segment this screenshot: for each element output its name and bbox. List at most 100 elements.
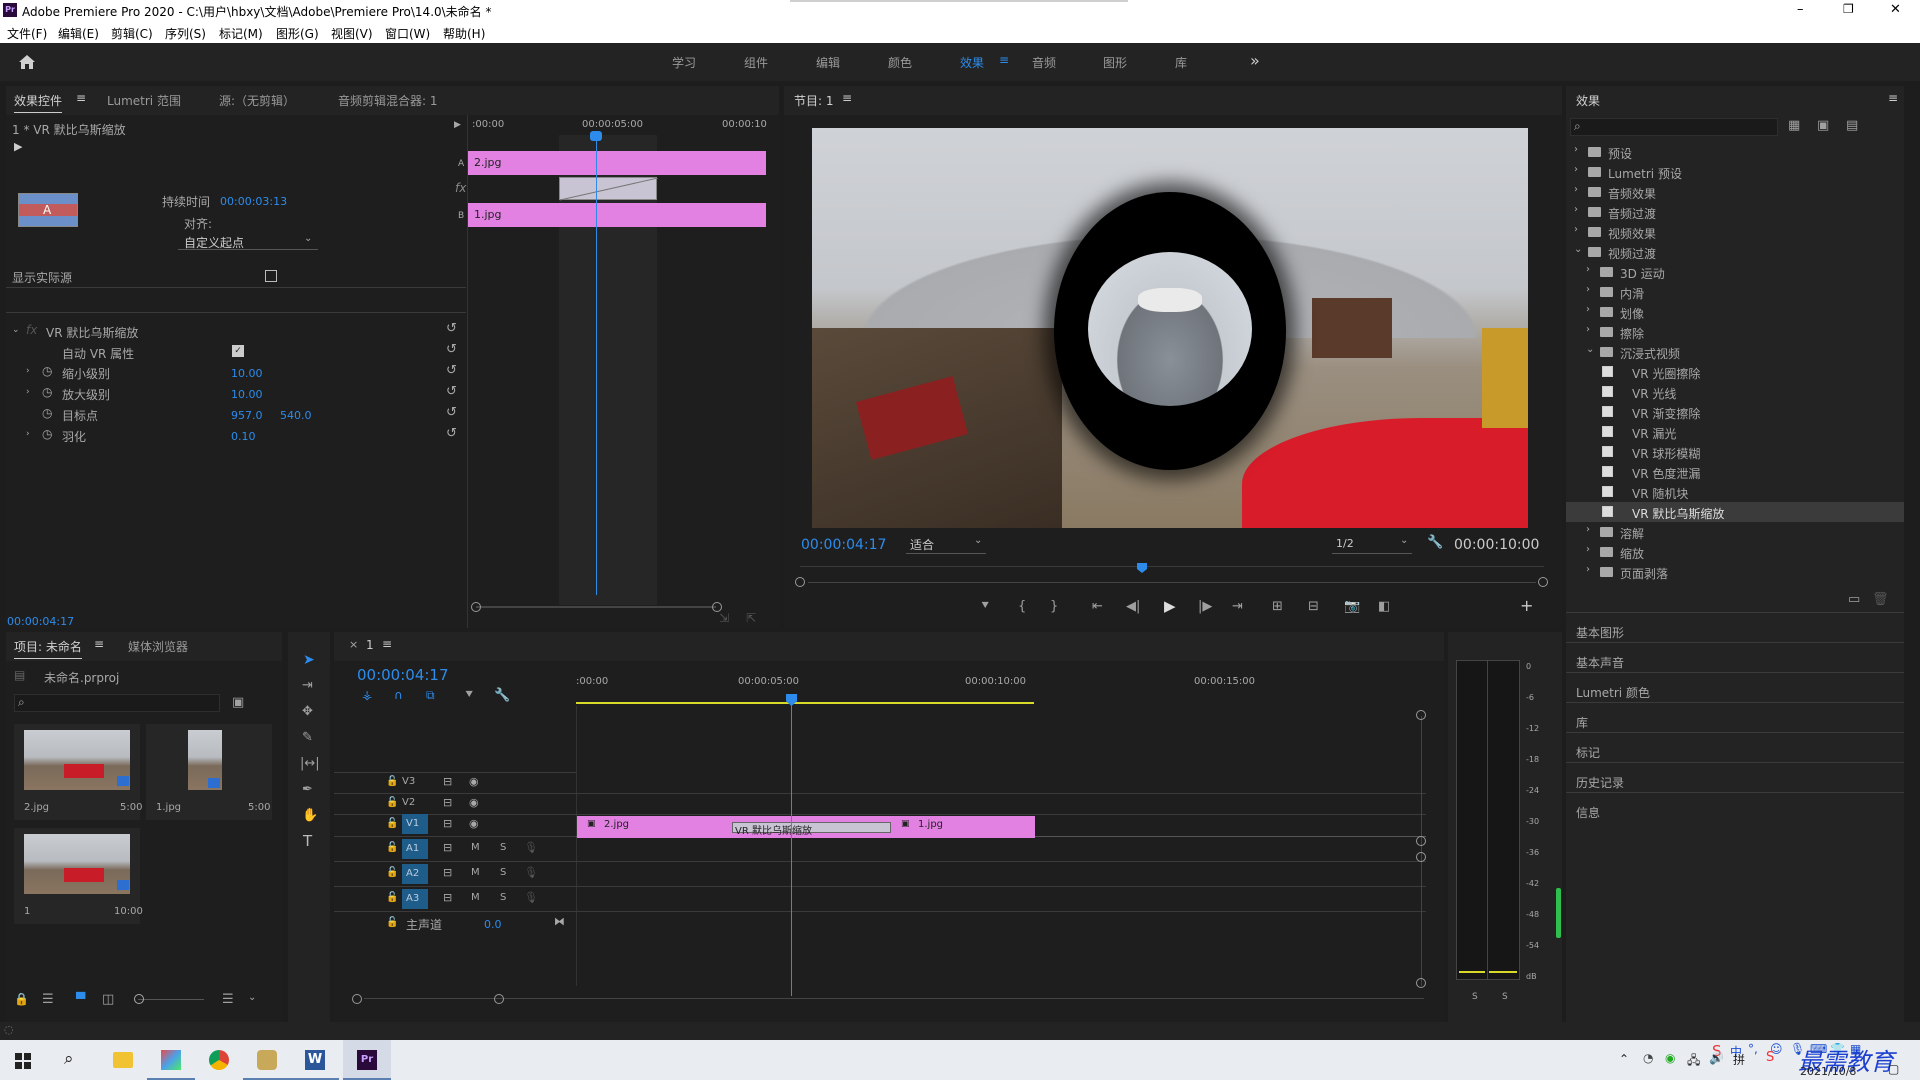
prop-target-y-value[interactable]: 540.0: [280, 409, 312, 422]
type-tool-icon[interactable]: T: [303, 832, 312, 850]
panel-menu-icon[interactable]: ≡: [76, 91, 86, 105]
search-icon[interactable]: ⌕: [64, 1049, 74, 1069]
timeline-settings-icon[interactable]: 🔧: [494, 688, 510, 703]
notification-icon[interactable]: ◔: [1643, 1051, 1653, 1065]
effects-tree-item[interactable]: VR 渐变擦除: [1566, 402, 1904, 422]
zoom-level-select[interactable]: 适合 ⌄: [906, 534, 986, 554]
list-view-icon[interactable]: ☰: [42, 992, 54, 1007]
eye-icon[interactable]: ◉: [469, 817, 479, 830]
delete-icon[interactable]: 🗑: [1872, 592, 1889, 607]
effect-controls-timecode[interactable]: 00:00:04:17: [7, 615, 74, 628]
workspace-libraries[interactable]: 库: [1175, 54, 1187, 71]
solo-button[interactable]: S: [500, 842, 506, 853]
effects-tree-item[interactable]: VR 默比乌斯缩放: [1566, 502, 1904, 522]
program-zoom-bar[interactable]: [808, 582, 1536, 583]
icon-view-icon[interactable]: ▀: [76, 992, 85, 1006]
32bit-effects-icon[interactable]: ▣: [1817, 118, 1829, 133]
add-marker-icon[interactable]: ⯆: [980, 599, 990, 614]
panel-history[interactable]: 历史记录: [1576, 774, 1624, 791]
mark-out-icon[interactable]: }: [1050, 599, 1058, 614]
volume-icon[interactable]: 🔊: [1709, 1051, 1724, 1065]
timeline-timecode[interactable]: 00:00:04:17: [357, 666, 449, 684]
tab-media-browser[interactable]: 媒体浏览器: [128, 638, 188, 655]
workspace-assembly[interactable]: 组件: [744, 54, 768, 71]
tray-expand-icon[interactable]: ⌃: [1619, 1052, 1629, 1066]
mute-button[interactable]: M: [471, 867, 480, 878]
auto-vr-checkbox[interactable]: ✓: [232, 345, 244, 357]
sogou-tray-icon[interactable]: S: [1766, 1050, 1774, 1065]
accelerated-effects-icon[interactable]: ▦: [1788, 118, 1800, 133]
panel-menu-icon[interactable]: ≡: [382, 637, 392, 651]
effects-tree-folder[interactable]: › 预设: [1566, 142, 1904, 162]
word-app[interactable]: W: [291, 1040, 339, 1080]
reset-icon[interactable]: ↺: [446, 321, 457, 336]
mini-zoom-scrollbar[interactable]: [476, 606, 716, 608]
effects-tree-item[interactable]: VR 随机块: [1566, 482, 1904, 502]
status-icon[interactable]: ◌: [4, 1023, 14, 1036]
workspace-color[interactable]: 颜色: [888, 54, 912, 71]
sync-lock-icon[interactable]: ⊟: [443, 891, 452, 904]
menu-edit[interactable]: 编辑(E): [58, 25, 99, 42]
zoom-handle-right[interactable]: [494, 994, 504, 1004]
qq-app[interactable]: [243, 1040, 291, 1080]
effects-tree-folder[interactable]: › 3D 运动: [1566, 262, 1904, 282]
master-volume-value[interactable]: 0.0: [484, 918, 502, 931]
panel-menu-icon[interactable]: ≡: [94, 637, 104, 651]
add-marker-icon[interactable]: ⯆: [464, 688, 474, 703]
sync-lock-icon[interactable]: ⊟: [443, 817, 452, 830]
timeline-ruler[interactable]: :00:00 00:00:05:00 00:00:10:00 00:00:15:…: [576, 676, 1376, 706]
chevron-right-icon[interactable]: ›: [1586, 284, 1590, 295]
effects-tree-folder[interactable]: › 划像: [1566, 302, 1904, 322]
nest-toggle-icon[interactable]: ⚶: [362, 688, 372, 702]
effects-tree-item[interactable]: VR 光线: [1566, 382, 1904, 402]
project-item[interactable]: 1.jpg 5:00: [146, 724, 272, 820]
chevron-right-icon[interactable]: ›: [1586, 524, 1590, 535]
tab-effect-controls[interactable]: 效果控件: [14, 92, 63, 113]
expand-arrow-icon[interactable]: ▶: [454, 120, 461, 130]
timeline-clip-v1[interactable]: ▣ 2.jpg VR 默比乌斯缩放 ▣ 1.jpg: [577, 816, 1035, 838]
effects-tree-folder[interactable]: › 缩放: [1566, 542, 1904, 562]
zoom-handle-right[interactable]: [1538, 577, 1548, 587]
chevron-down-icon[interactable]: ⌄: [248, 992, 256, 1003]
program-scrubber[interactable]: [800, 563, 1544, 575]
project-search-input[interactable]: ⌕: [14, 694, 220, 712]
export-frame-icon[interactable]: 📷: [1344, 599, 1360, 614]
close-button[interactable]: ✕: [1890, 2, 1901, 17]
transition-block[interactable]: [559, 177, 658, 201]
source-patch-a3[interactable]: A3: [402, 889, 428, 909]
track-v3[interactable]: V3: [396, 772, 424, 792]
ripple-edit-tool-icon[interactable]: ✥: [302, 704, 313, 719]
program-timecode[interactable]: 00:00:04:17: [801, 537, 886, 553]
workspace-graphics[interactable]: 图形: [1103, 54, 1127, 71]
mute-button[interactable]: M: [471, 842, 480, 853]
clip-b[interactable]: 1.jpg: [468, 203, 766, 227]
lock-icon[interactable]: 🔓: [386, 867, 398, 878]
source-patch-a1[interactable]: A1: [402, 839, 428, 859]
collapse-arrow-icon[interactable]: ⌄: [12, 325, 20, 335]
sync-lock-icon[interactable]: ⊟: [443, 866, 452, 879]
menu-window[interactable]: 窗口(W): [385, 25, 430, 42]
chevron-right-icon[interactable]: ›: [1586, 544, 1590, 555]
effects-tree-folder[interactable]: › 页面剥落: [1566, 562, 1904, 582]
thumbnail-size-slider[interactable]: [138, 999, 204, 1000]
program-playhead[interactable]: [1137, 563, 1147, 573]
freeform-view-icon[interactable]: ◫: [102, 992, 114, 1007]
expand-arrow-icon[interactable]: ›: [26, 429, 30, 439]
panel-lumetri-color[interactable]: Lumetri 颜色: [1576, 684, 1650, 701]
effects-tree-item[interactable]: VR 光圈擦除: [1566, 362, 1904, 382]
prop-zoom-in-value[interactable]: 10.00: [231, 388, 263, 401]
chevron-right-icon[interactable]: ›: [1586, 304, 1590, 315]
effects-tree-folder[interactable]: ⌄ 视频过渡: [1566, 242, 1904, 262]
chevron-down-icon[interactable]: ⌄: [1586, 344, 1594, 355]
lock-icon[interactable]: 🔓: [386, 917, 398, 928]
go-to-edit-icon[interactable]: ⧓: [554, 915, 565, 928]
panel-essential-sound[interactable]: 基本声音: [1576, 654, 1624, 671]
timeline-transition[interactable]: VR 默比乌斯缩放: [732, 822, 891, 837]
chevron-right-icon[interactable]: ›: [1574, 144, 1578, 155]
selection-tool-icon[interactable]: ➤: [303, 652, 315, 668]
pen-tool-icon[interactable]: ✒: [302, 782, 313, 797]
workspace-editing[interactable]: 编辑: [816, 54, 840, 71]
lock-icon[interactable]: 🔓: [386, 818, 398, 829]
timeline-playhead-line[interactable]: [791, 696, 792, 996]
menu-file[interactable]: 文件(F): [7, 25, 47, 42]
